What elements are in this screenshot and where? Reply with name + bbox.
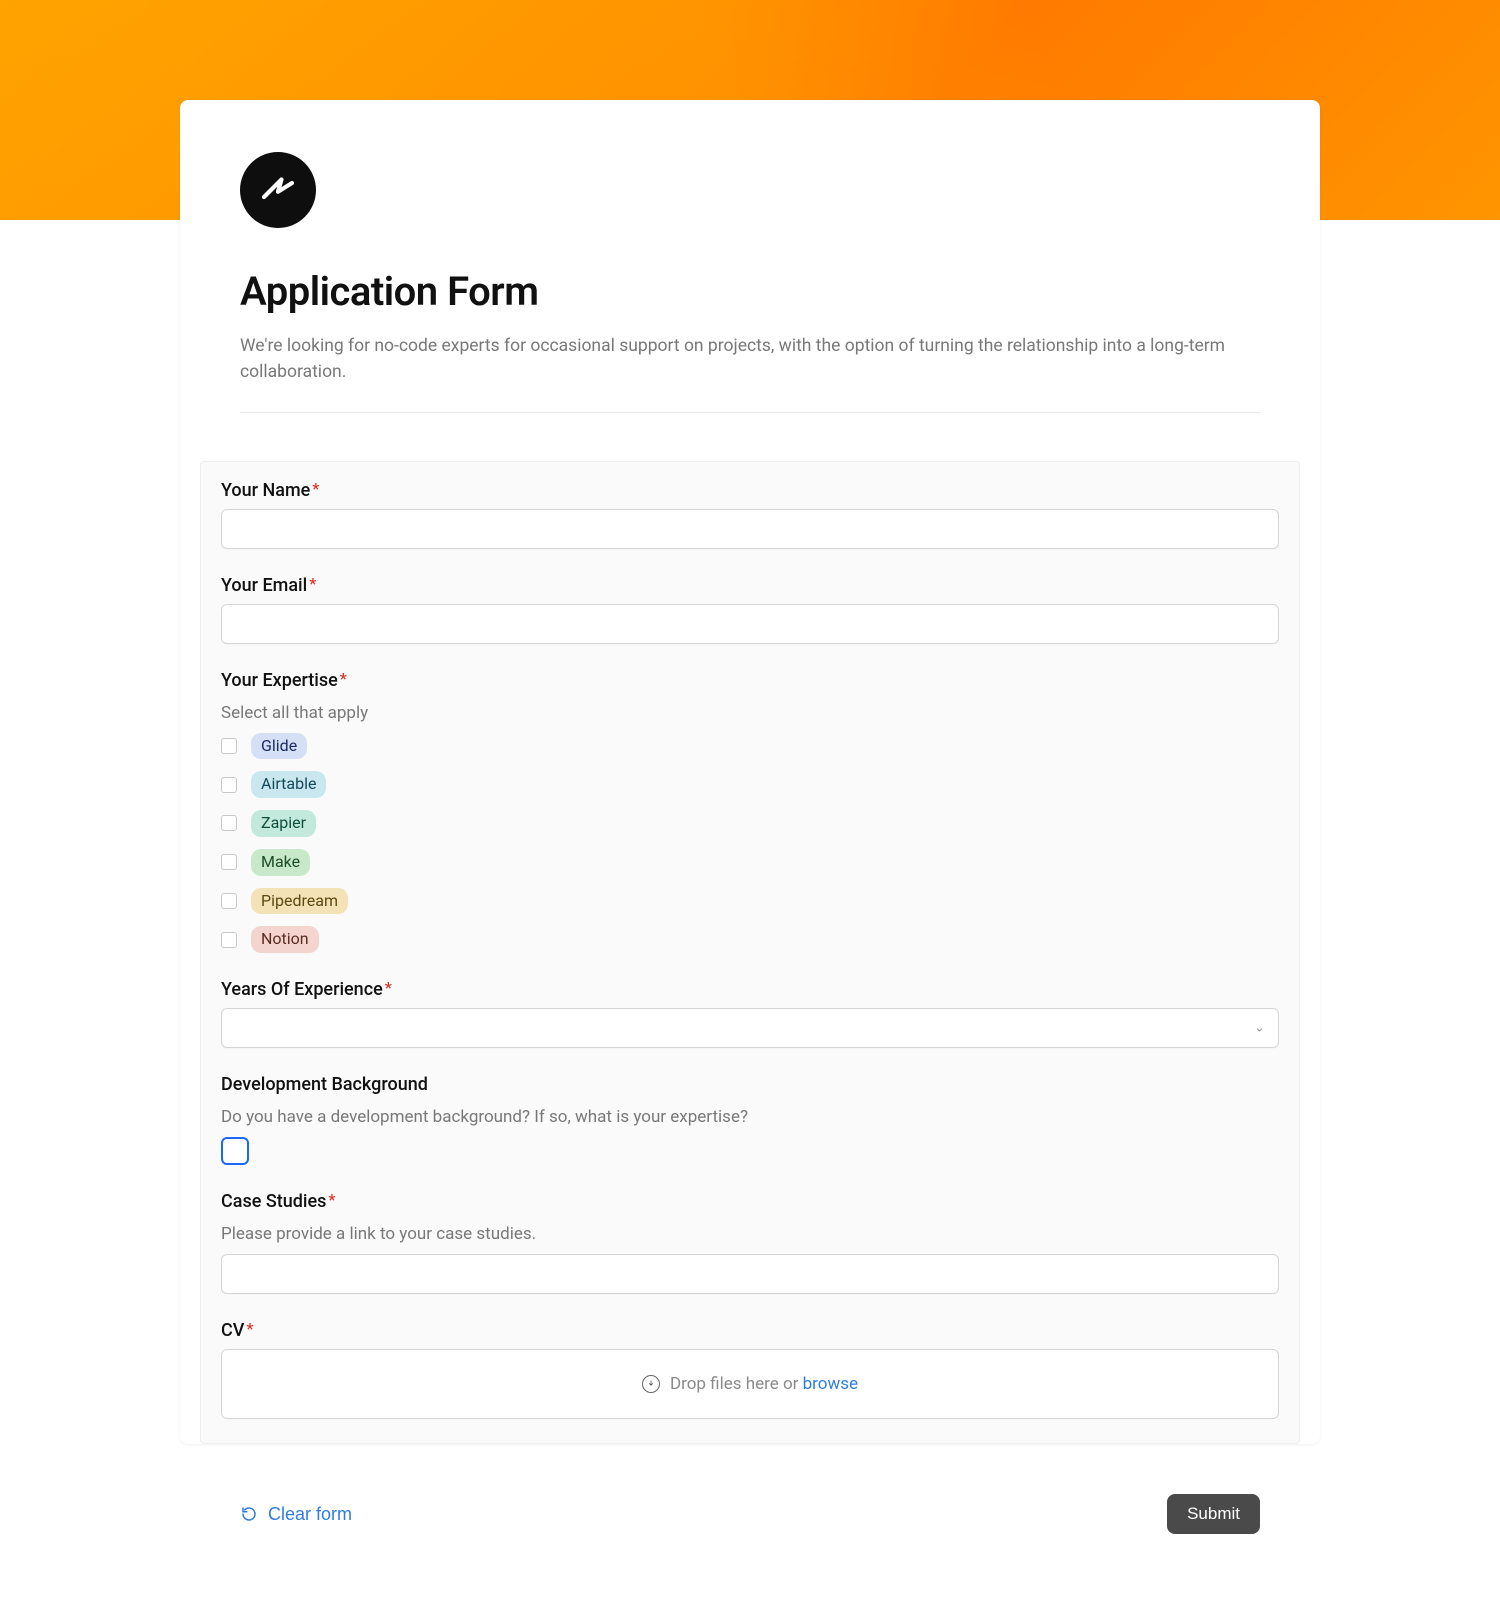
page-title: Application Form — [240, 268, 1260, 315]
expertise-tag: Notion — [251, 926, 319, 953]
browse-link[interactable]: browse — [803, 1374, 858, 1394]
cv-dropzone[interactable]: Drop files here or browse — [221, 1349, 1279, 1419]
clear-form-button[interactable]: Clear form — [240, 1504, 352, 1525]
dropzone-text: Drop files here or — [670, 1374, 803, 1394]
dev-hint: Do you have a development background? If… — [221, 1107, 1279, 1127]
expertise-tag: Glide — [251, 733, 307, 760]
page-subtitle: We're looking for no-code experts for oc… — [240, 333, 1260, 386]
dev-background-checkbox[interactable] — [221, 1137, 249, 1165]
divider — [240, 412, 1260, 413]
years-select[interactable] — [221, 1008, 1279, 1048]
cases-hint: Please provide a link to your case studi… — [221, 1224, 1279, 1244]
case-studies-input[interactable] — [221, 1254, 1279, 1294]
name-input[interactable] — [221, 509, 1279, 549]
submit-button[interactable]: Submit — [1167, 1494, 1260, 1534]
download-circle-icon — [642, 1375, 660, 1393]
expertise-checkbox[interactable] — [221, 738, 237, 754]
expertise-checkbox[interactable] — [221, 854, 237, 870]
years-label: Years Of Experience* — [221, 979, 392, 1000]
expertise-tag: Make — [251, 849, 310, 876]
email-input[interactable] — [221, 604, 1279, 644]
email-label: Your Email* — [221, 575, 316, 596]
expertise-option[interactable]: Make — [221, 849, 1279, 876]
expertise-tag: Zapier — [251, 810, 316, 837]
undo-icon — [240, 1505, 258, 1523]
name-label: Your Name* — [221, 480, 319, 501]
form-card: Application Form We're looking for no-co… — [180, 100, 1320, 1444]
cv-label: CV* — [221, 1320, 253, 1341]
expertise-tag: Airtable — [251, 771, 326, 798]
expertise-checkbox[interactable] — [221, 815, 237, 831]
expertise-option[interactable]: Airtable — [221, 771, 1279, 798]
expertise-option[interactable]: Zapier — [221, 810, 1279, 837]
cases-label: Case Studies* — [221, 1191, 335, 1212]
expertise-checkbox[interactable] — [221, 932, 237, 948]
brand-logo — [240, 152, 316, 228]
expertise-hint: Select all that apply — [221, 703, 1279, 723]
expertise-option[interactable]: Notion — [221, 926, 1279, 953]
dev-label: Development Background — [221, 1074, 428, 1095]
expertise-option[interactable]: Pipedream — [221, 888, 1279, 915]
expertise-checkbox[interactable] — [221, 893, 237, 909]
expertise-option[interactable]: Glide — [221, 733, 1279, 760]
expertise-checkbox[interactable] — [221, 777, 237, 793]
expertise-label: Your Expertise* — [221, 670, 347, 691]
expertise-tag: Pipedream — [251, 888, 348, 915]
form-section: Your Name* Your Email* Your Expertise* S… — [200, 461, 1300, 1445]
expertise-option-list: Glide Airtable Zapier Make Pipedream Notion — [221, 733, 1279, 954]
